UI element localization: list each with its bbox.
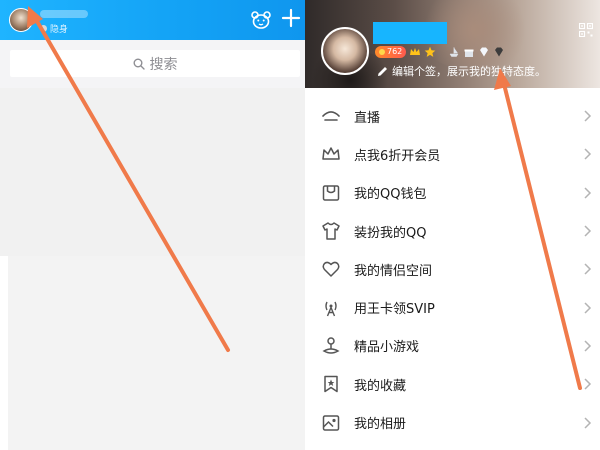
menu-item-dressup[interactable]: 装扮我的QQ [305, 212, 600, 250]
search-area: 搜索 [0, 40, 305, 88]
profile-avatar[interactable] [9, 8, 33, 32]
level-badges[interactable]: 762 [375, 46, 505, 58]
live-icon [322, 111, 340, 121]
menu-item-album[interactable]: 我的相册 [305, 403, 600, 441]
nickname-redacted [373, 22, 447, 44]
menu-item-label: 我的相册 [354, 417, 407, 433]
chevron-right-icon [584, 110, 592, 122]
shirt-icon [322, 222, 340, 240]
pencil-icon [378, 66, 387, 76]
antenna-icon [325, 301, 337, 316]
online-status[interactable]: 隐身 [40, 22, 68, 35]
menu-item-label: 我的情侣空间 [354, 263, 433, 279]
diamond-badge-icon-2 [495, 47, 504, 57]
menu-item-label: 直播 [354, 110, 381, 126]
menu-item-label: 我的收藏 [354, 378, 407, 394]
menu-item-label: 用王卡领SVIP [354, 302, 435, 318]
search-bar[interactable]: 搜索 [10, 50, 300, 77]
blank-lower-area [8, 256, 305, 450]
search-label: 搜索 [149, 56, 178, 73]
chevron-right-icon [584, 263, 592, 275]
menu-item-label: 我的QQ钱包 [354, 187, 427, 203]
menu-item-couple-space[interactable]: 我的情侣空间 [305, 250, 600, 288]
plus-icon[interactable] [280, 7, 302, 29]
drawer-avatar[interactable] [321, 27, 369, 75]
chevron-right-icon [584, 302, 592, 314]
wallet-icon [322, 184, 340, 201]
joystick-icon [322, 337, 340, 354]
chevron-right-icon [584, 148, 592, 160]
profile-header: 762 编辑个签，展示我的独特态度。 [305, 0, 600, 88]
menu-item-live[interactable]: 直播 [305, 97, 600, 135]
chevron-right-icon [584, 225, 592, 237]
menu-item-favorites[interactable]: 我的收藏 [305, 365, 600, 403]
bear-face-icon[interactable] [251, 10, 271, 30]
menu-item-mini-games[interactable]: 精品小游戏 [305, 327, 600, 365]
menu-item-svip[interactable]: 用王卡领SVIP [305, 288, 600, 326]
signature-text: 编辑个签，展示我的独特态度。 [392, 65, 546, 78]
level-badge: 762 [375, 46, 407, 58]
sailboat-badge-icon [449, 47, 459, 57]
menu-item-membership[interactable]: 点我6折开会员 [305, 135, 600, 173]
qr-code-icon[interactable] [579, 23, 593, 37]
level-number: 762 [387, 47, 403, 56]
chevron-right-icon [584, 340, 592, 352]
chevron-right-icon [584, 416, 592, 429]
menu-item-label: 点我6折开会员 [354, 148, 441, 164]
menu-item-label: 精品小游戏 [354, 340, 420, 356]
bookmark-icon [324, 375, 338, 393]
star-badge-icon [424, 46, 436, 57]
right-drawer-panel: 762 编辑个签，展示我的独特态度。 直播 点我6折开会员 我的QQ钱包 装扮我… [305, 0, 600, 450]
status-text: 隐身 [50, 25, 69, 35]
level-coin-icon [379, 49, 385, 55]
diamond-badge-icon [480, 47, 489, 57]
drawer-menu: 直播 点我6折开会员 我的QQ钱包 装扮我的QQ 我的情侣空间 用王卡领SVIP… [305, 97, 600, 442]
chevron-right-icon [584, 378, 592, 390]
menu-item-label: 装扮我的QQ [354, 225, 427, 241]
crown-badge-icon [410, 48, 421, 55]
crown-icon [322, 147, 340, 161]
search-icon [133, 58, 145, 70]
gift-badge-icon [464, 49, 474, 57]
status-dot-icon [40, 25, 47, 32]
signature-row[interactable]: 编辑个签，展示我的独特态度。 [377, 63, 546, 79]
top-header-bar: 隐身 [0, 0, 305, 40]
left-panel: 隐身 搜索 [0, 0, 305, 450]
blank-content-area [0, 88, 305, 256]
menu-item-wallet[interactable]: 我的QQ钱包 [305, 174, 600, 212]
heart-icon [322, 262, 340, 278]
chevron-right-icon [584, 187, 592, 199]
photo-icon [322, 414, 340, 431]
nickname-placeholder [40, 10, 88, 18]
